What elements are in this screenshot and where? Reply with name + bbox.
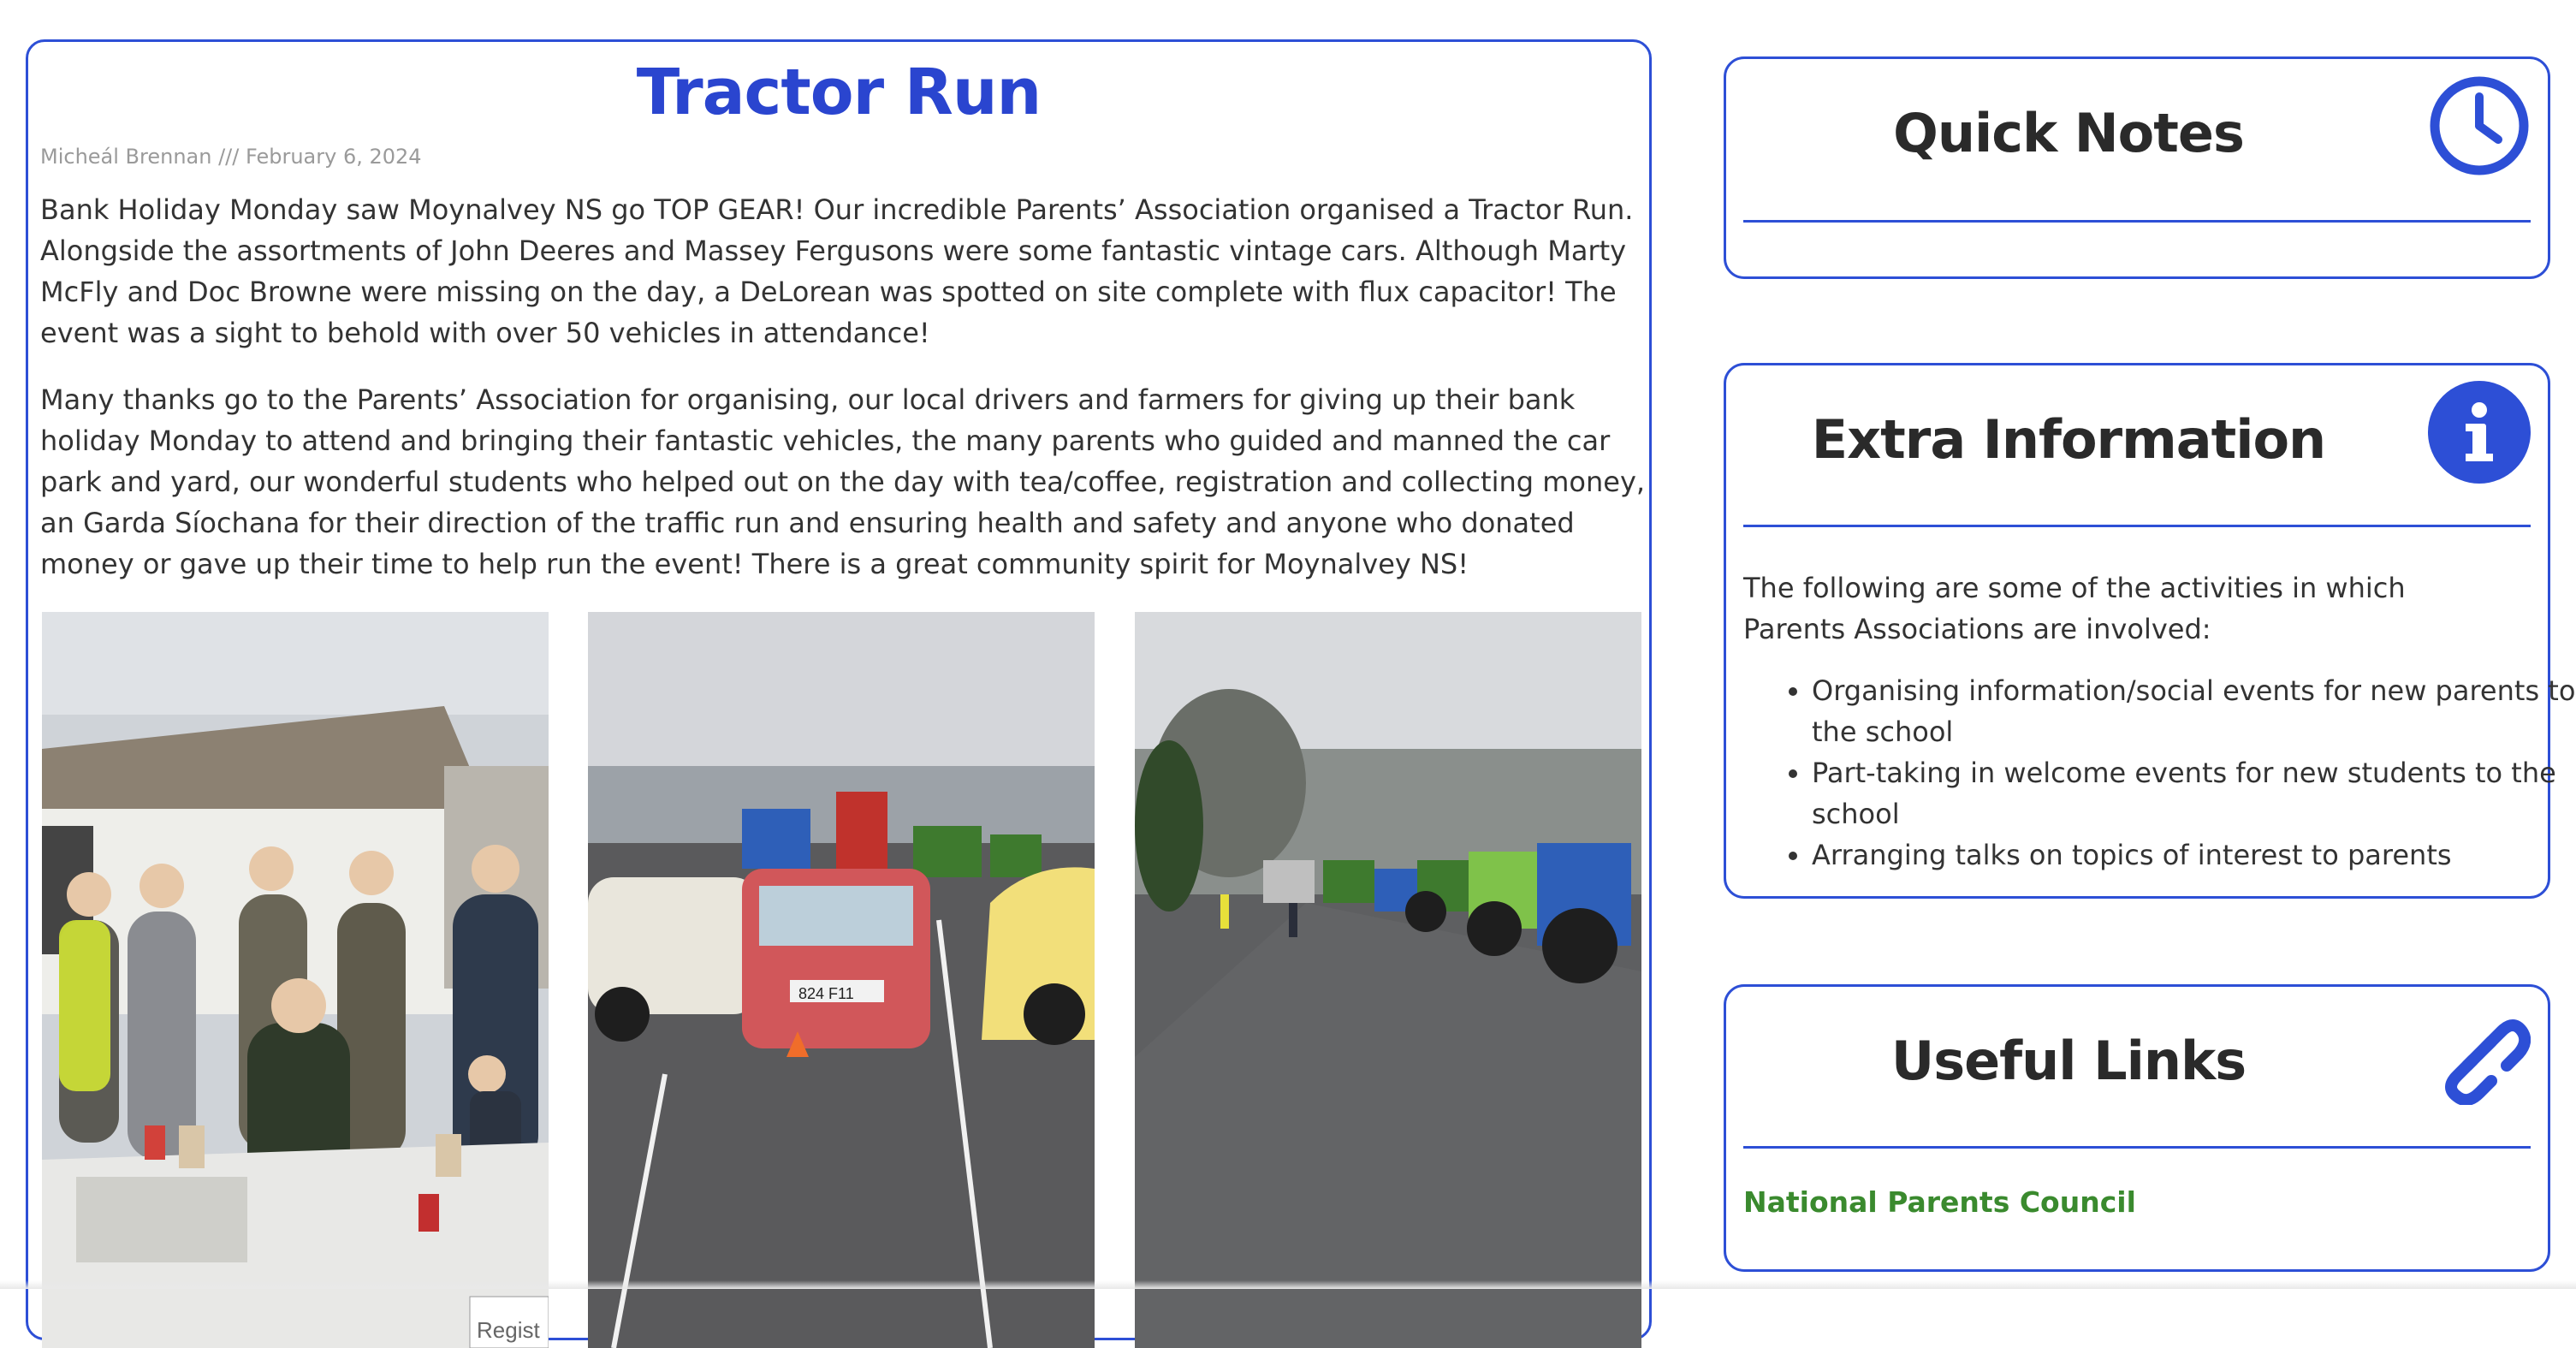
- photo-plate-text: 824 F11: [798, 985, 854, 1002]
- article-body: Bank Holiday Monday saw Moynalvey NS go …: [40, 189, 1658, 610]
- link-icon: [2428, 1002, 2531, 1107]
- widget-title: Useful Links: [1890, 1030, 2247, 1092]
- scroll-shadow: [0, 1280, 2576, 1289]
- widget-divider: [1743, 525, 2531, 527]
- useful-links-widget: Useful Links National Parents Council: [1724, 984, 2550, 1272]
- list-item: Part-taking in welcome events for new st…: [1812, 752, 2576, 834]
- article-paragraph: Bank Holiday Monday saw Moynalvey NS go …: [40, 193, 1634, 349]
- extra-information-widget: Extra Information The following are some…: [1724, 363, 2575, 899]
- widget-divider: [1743, 220, 2531, 223]
- photo-tractors-lineup[interactable]: [1135, 612, 1641, 1348]
- widget-divider: [1743, 1146, 2531, 1149]
- extra-info-list: Organising information/social events for…: [1743, 670, 2576, 876]
- widget-title: Quick Notes: [1893, 102, 2245, 164]
- photo-volunteers[interactable]: Regist: [42, 612, 549, 1348]
- list-item: Organising information/social events for…: [1812, 670, 2576, 752]
- national-parents-council-link[interactable]: National Parents Council: [1743, 1185, 2136, 1219]
- clock-icon: [2428, 74, 2531, 177]
- widget-title: Extra Information: [1811, 408, 2326, 471]
- photo-sign-text: Regist: [477, 1317, 540, 1343]
- article-title[interactable]: Tractor Run: [28, 56, 1649, 129]
- article-card: Tractor Run Micheál Brennan /// February…: [26, 39, 1652, 1348]
- photo-vintage-cars[interactable]: 824 F11: [588, 612, 1095, 1348]
- article-paragraph: Many thanks go to the Parents’ Associati…: [40, 383, 1646, 580]
- extra-info-intro: The following are some of the activities…: [1743, 572, 2406, 645]
- info-icon: [2428, 381, 2531, 484]
- list-item: Arranging talks on topics of interest to…: [1812, 834, 2576, 876]
- article-byline: Micheál Brennan /// February 6, 2024: [40, 145, 422, 169]
- quick-notes-widget: Quick Notes: [1724, 56, 2550, 279]
